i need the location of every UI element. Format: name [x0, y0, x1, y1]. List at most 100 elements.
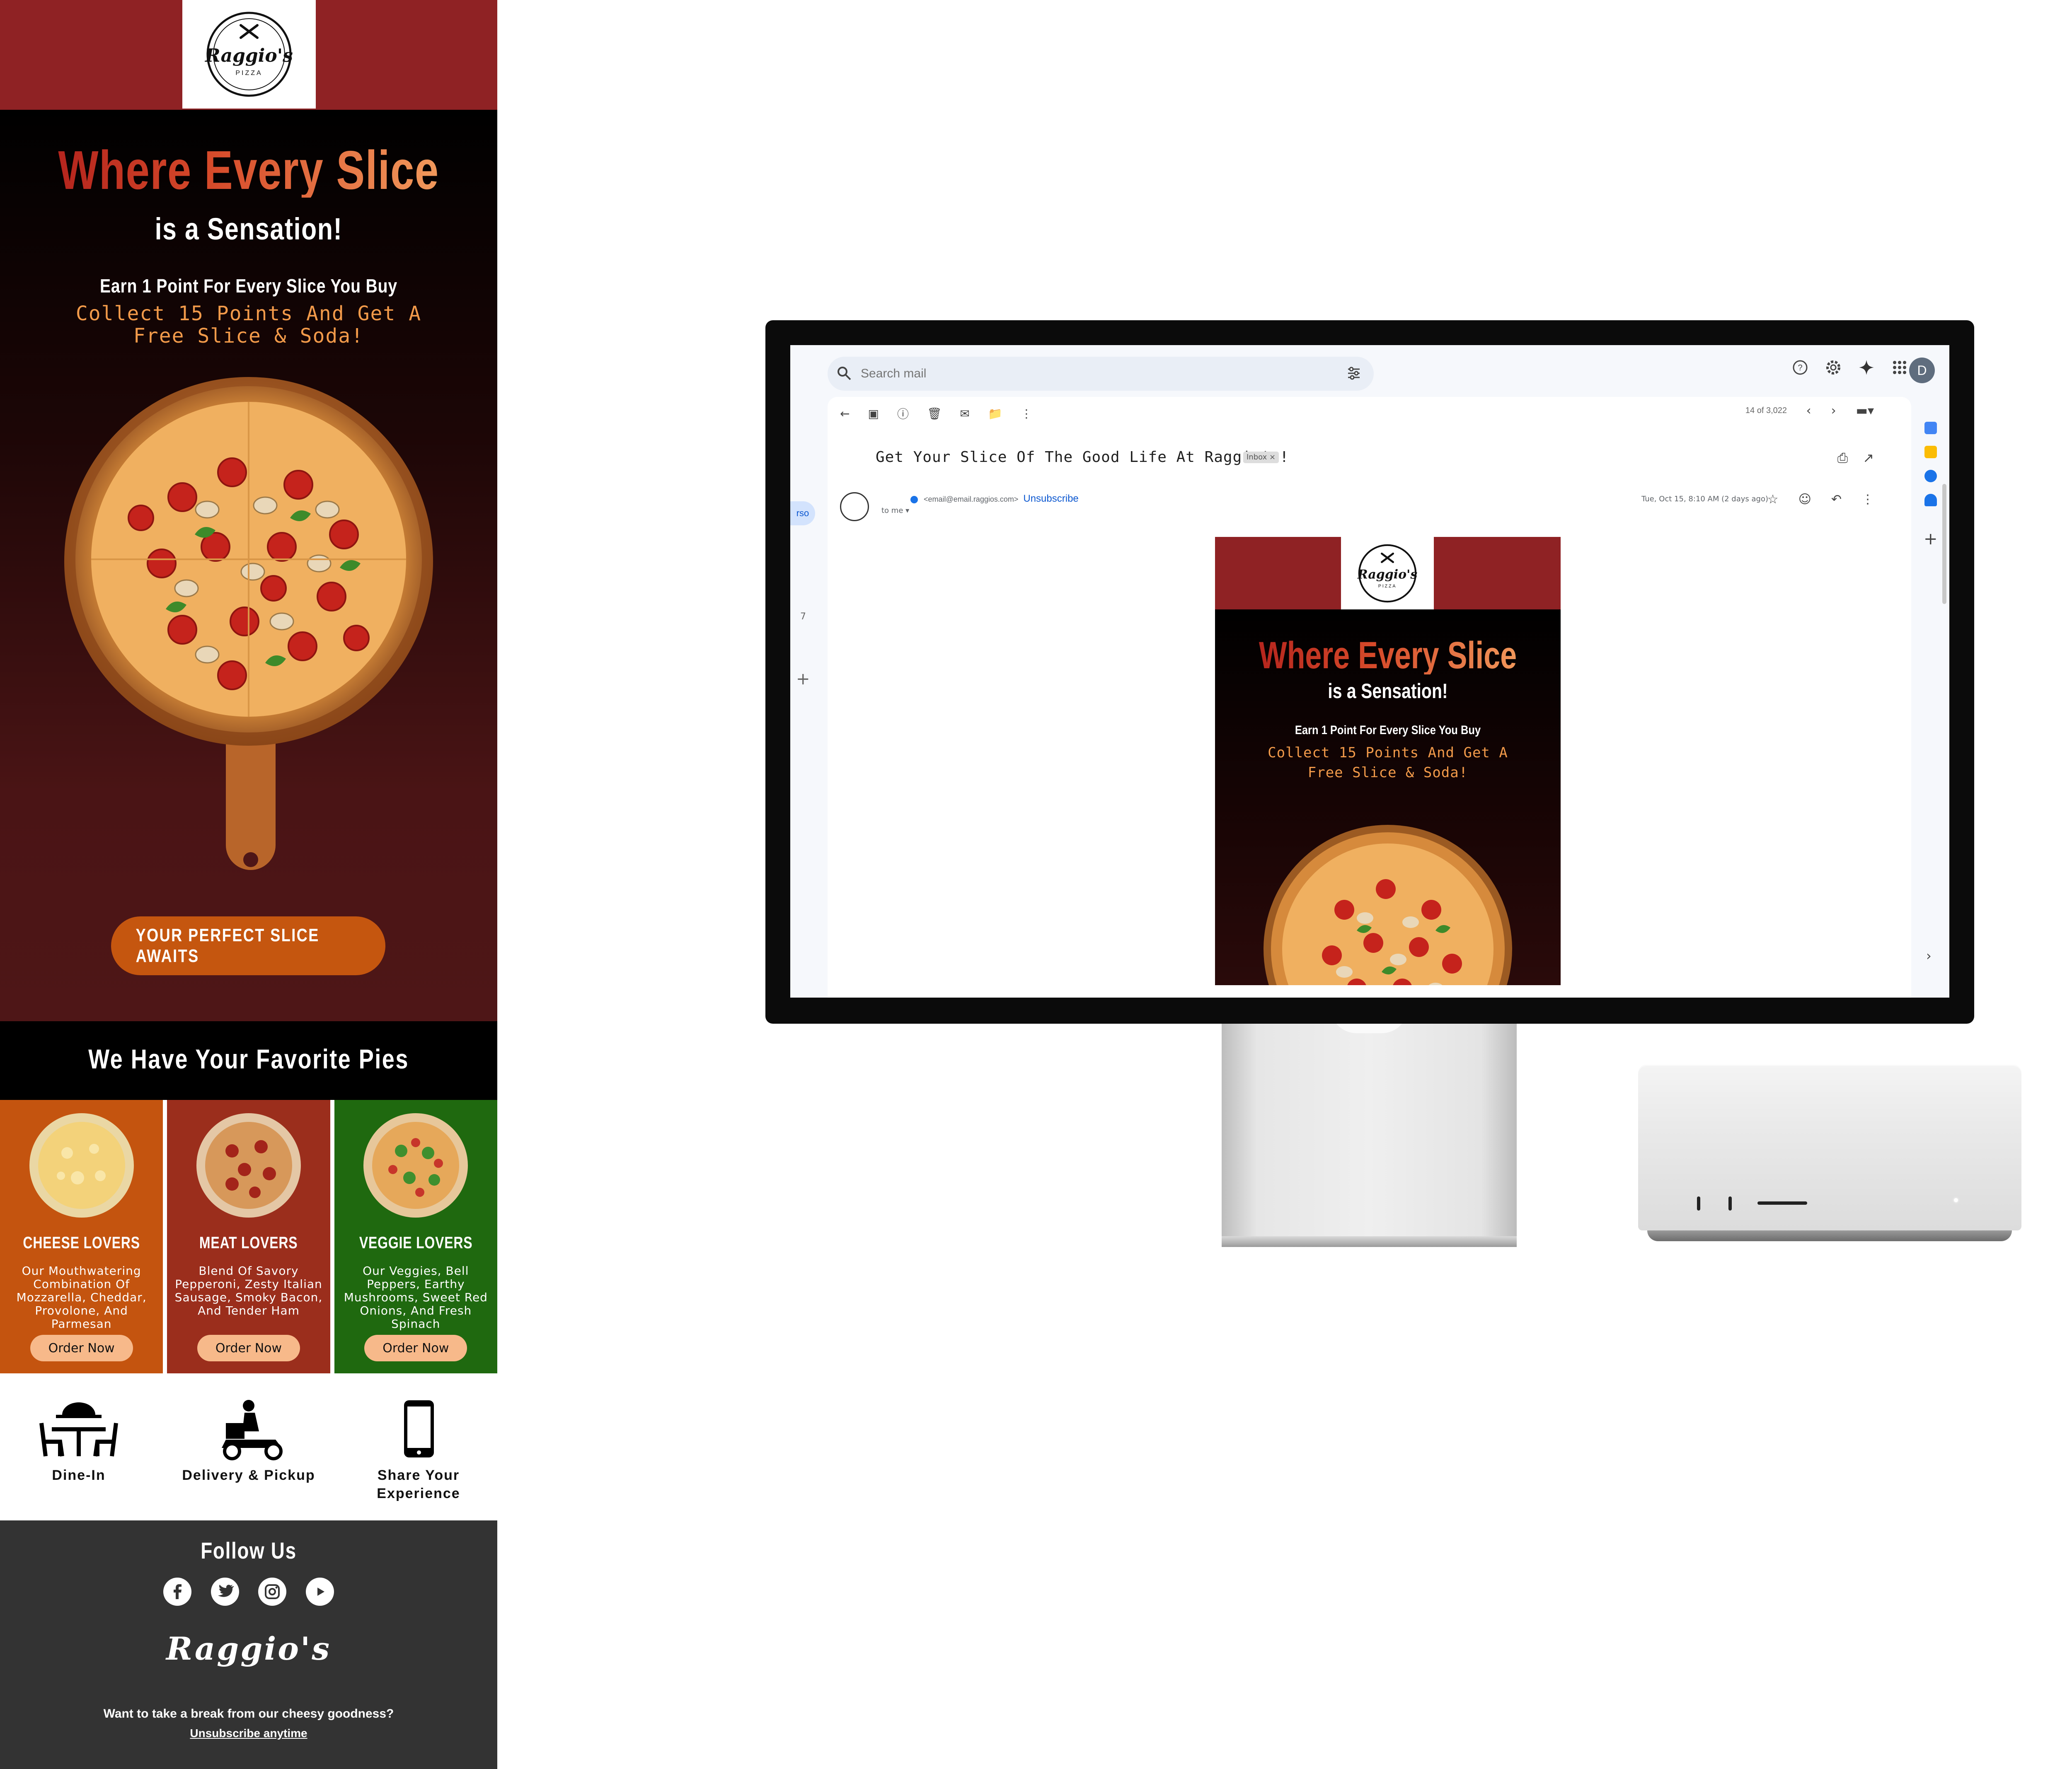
service-label: Share Your Experience [377, 1467, 460, 1501]
phone-icon [404, 1400, 434, 1457]
service-label: Delivery & Pickup [182, 1467, 315, 1483]
follow-us-title: Follow Us [201, 1537, 297, 1564]
reply-icon[interactable]: ↶ [1831, 492, 1842, 507]
pager: ‹ › ▬▾ [1806, 404, 1874, 418]
mark-unread-icon[interactable]: ✉ [960, 407, 970, 420]
expand-panel-icon[interactable]: › [1926, 948, 1932, 964]
collect-points-text: Collect 15 Points And Get A Free Slice &… [75, 302, 422, 348]
preview-pizza-image [1264, 825, 1512, 985]
hero-subheadline: is a Sensation! [155, 212, 343, 246]
unsubscribe-link-gmail[interactable]: Unsubscribe [1023, 493, 1078, 504]
inbox-label-chip[interactable]: Inbox × [1243, 452, 1279, 463]
back-arrow-icon[interactable]: ← [840, 407, 850, 420]
preview-subheadline: is a Sensation! [1328, 679, 1448, 703]
service-delivery[interactable]: Delivery & Pickup [180, 1398, 317, 1484]
instagram-icon[interactable] [258, 1578, 287, 1606]
report-spam-icon[interactable]: ⓘ [897, 405, 909, 422]
mac-studio [1638, 1065, 2021, 1247]
service-dine-in[interactable]: Dine-In [10, 1398, 147, 1484]
nav-pill[interactable]: rso [790, 501, 815, 525]
usb-c-port [1728, 1196, 1732, 1211]
subject-actions: ⎙ ↗ [1837, 450, 1874, 466]
gmail-left-rail: rso 7 + [790, 393, 828, 998]
preview-earn-text: Earn 1 Point For Every Slice You Buy [1295, 723, 1481, 737]
footer-brand: Raggio's [166, 1630, 332, 1667]
delivery-icon [222, 1400, 283, 1460]
help-icon[interactable]: ? [1792, 359, 1808, 376]
sender-avatar[interactable] [840, 492, 869, 521]
delete-icon[interactable]: 🗑 [927, 407, 942, 420]
settings-icon[interactable] [1825, 359, 1842, 376]
side-panel-icons: + › [1911, 393, 1949, 998]
favorites-title: We Have Your Favorite Pies [88, 1044, 409, 1074]
service-share-experience[interactable]: Share Your Experience [350, 1398, 487, 1503]
apps-grid-icon[interactable] [1891, 359, 1908, 376]
earn-points-text: Earn 1 Point For Every Slice You Buy [100, 275, 397, 297]
svg-text:Raggio's: Raggio's [1357, 567, 1418, 582]
mac-studio-body [1638, 1065, 2021, 1230]
card-description: Our Mouthwatering Combination Of Mozzare… [16, 1264, 147, 1331]
search-options-icon[interactable] [1346, 366, 1361, 381]
add-label-icon[interactable]: + [796, 669, 810, 689]
order-now-button[interactable]: Order Now [364, 1335, 467, 1361]
tasks-icon[interactable] [1924, 470, 1937, 482]
order-now-button[interactable]: Order Now [30, 1335, 133, 1361]
next-chevron-icon[interactable]: › [1831, 404, 1836, 418]
sender-email: <email@email.raggios.com> [924, 495, 1019, 503]
gemini-sparkle-icon[interactable] [1858, 359, 1875, 376]
usb-c-port [1697, 1196, 1700, 1211]
contacts-icon[interactable] [1924, 494, 1937, 506]
emoji-react-icon[interactable]: ☺ [1798, 492, 1811, 507]
message-toolbar: ← ▣ ⓘ 🗑 ✉ 📁 ⋮ [840, 405, 1032, 422]
logo-mark-icon: Raggio's PIZZA [1357, 544, 1418, 602]
preview-logo[interactable]: Raggio's PIZZA [1341, 537, 1434, 609]
to-me-dropdown[interactable]: to me ▾ [881, 506, 909, 515]
facebook-icon[interactable] [163, 1578, 191, 1606]
top-right-icons: ? [1792, 359, 1908, 376]
open-new-window-icon[interactable]: ↗ [1863, 450, 1874, 466]
search-input[interactable] [861, 364, 1317, 383]
keep-icon[interactable] [1924, 446, 1937, 458]
message-actions: ☆ ☺ ↶ ⋮ [1767, 492, 1874, 507]
unsubscribe-link[interactable]: Unsubscribe anytime [0, 1727, 497, 1740]
youtube-icon[interactable] [305, 1578, 334, 1606]
order-now-button[interactable]: Order Now [197, 1335, 300, 1361]
more-actions-icon[interactable]: ⋮ [1861, 492, 1874, 507]
more-options-icon[interactable]: ⋮ [1021, 407, 1032, 420]
hero-headline: Where Every Slice [55, 143, 443, 198]
card-veggie-lovers: VEGGIE LOVERS Our Veggies, Bell Peppers,… [334, 1100, 497, 1373]
svg-text:?: ? [1798, 363, 1802, 372]
prev-chevron-icon[interactable]: ‹ [1806, 404, 1811, 418]
cheese-pizza-image [29, 1113, 134, 1218]
card-title: CHEESE LOVERS [23, 1234, 140, 1252]
received-date: Tue, Oct 15, 8:10 AM (2 days ago) [1641, 495, 1768, 503]
social-links [163, 1578, 334, 1607]
search-bar[interactable] [828, 357, 1374, 391]
email-subject: Get Your Slice Of The Good Life At Raggi… [876, 449, 1289, 466]
service-label: Dine-In [52, 1467, 106, 1483]
star-icon[interactable]: ☆ [1767, 492, 1779, 507]
verified-sender-icon [910, 496, 918, 504]
print-icon[interactable]: ⎙ [1837, 450, 1848, 466]
calendar-icon[interactable] [1924, 422, 1937, 434]
card-title: VEGGIE LOVERS [359, 1234, 473, 1252]
svg-text:PIZZA: PIZZA [1378, 584, 1397, 589]
monitor-stand [1222, 1007, 1517, 1247]
search-icon[interactable] [837, 366, 852, 381]
email-design: Raggio's PIZZA Where Every Slice is a Se… [0, 0, 497, 1769]
message-count: 14 of 3,022 [1745, 406, 1787, 415]
meat-pizza-image [196, 1113, 301, 1218]
account-avatar[interactable]: D [1909, 358, 1935, 383]
add-addon-icon[interactable]: + [1924, 529, 1938, 549]
dine-in-icon [39, 1402, 118, 1457]
keyboard-icon[interactable]: ▬▾ [1856, 404, 1874, 418]
card-cheese-lovers: CHEESE LOVERS Our Mouthwatering Combinat… [0, 1100, 163, 1373]
perfect-slice-cta-button[interactable]: YOUR PERFECT SLICE AWAITS [111, 916, 385, 975]
move-to-icon[interactable]: 📁 [988, 407, 1002, 420]
twitter-icon[interactable] [211, 1578, 239, 1606]
stand-base [1222, 1236, 1517, 1247]
raggios-logo[interactable]: Raggio's PIZZA [182, 0, 316, 109]
archive-icon[interactable]: ▣ [868, 407, 879, 420]
studio-display: ? D rso 7 + ← ▣ ⓘ 🗑 ✉ 📁 ⋮ 14 of 3,022 ‹ [765, 320, 1974, 1024]
svg-text:Raggio's: Raggio's [204, 45, 293, 66]
